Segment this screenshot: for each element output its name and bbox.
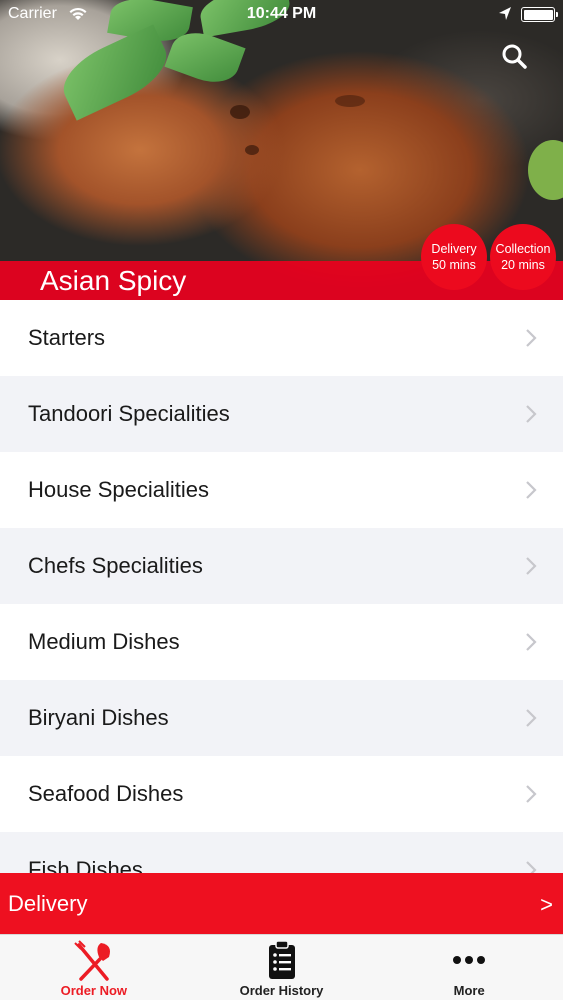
order-mode-label: Delivery [8, 891, 88, 916]
order-mode-arrow-icon: > [540, 892, 553, 917]
chevron-right-icon [526, 405, 537, 423]
menu-item-biryani-dishes[interactable]: Biryani Dishes [0, 680, 563, 756]
menu-item-starters[interactable]: Starters [0, 300, 563, 376]
menu-item-fish-dishes[interactable]: Fish Dishes [0, 832, 563, 873]
chevron-right-icon [526, 329, 537, 347]
chevron-right-icon [526, 785, 537, 803]
menu-item-label: Chefs Specialities [28, 553, 203, 578]
tab-label: Order Now [60, 983, 128, 998]
menu-item-house-specialities[interactable]: House Specialities [0, 452, 563, 528]
battery-icon [521, 7, 558, 22]
chevron-right-icon [526, 861, 537, 873]
delivery-badge-time: 50 mins [432, 258, 476, 272]
delivery-time-badge: Delivery 50 mins [421, 224, 487, 290]
menu-item-label: Starters [28, 325, 106, 350]
search-icon [502, 44, 527, 69]
status-bar: Carrier 10:44 PM [0, 0, 563, 30]
menu-item-chefs-specialities[interactable]: Chefs Specialities [0, 528, 563, 604]
location-arrow-icon [498, 6, 512, 27]
menu-item-label: Medium Dishes [28, 629, 180, 654]
tab-order-history[interactable]: Order History [188, 935, 376, 1000]
chevron-right-icon [526, 481, 537, 499]
menu-item-label: Seafood Dishes [28, 781, 184, 806]
menu-item-label: Fish Dishes [28, 857, 143, 873]
tab-bar: Order Now Order History More [0, 934, 563, 1000]
tab-order-now[interactable]: Order Now [0, 935, 188, 1000]
status-time: 10:44 PM [246, 5, 317, 22]
delivery-badge-label: Delivery [431, 242, 477, 256]
menu-item-medium-dishes[interactable]: Medium Dishes [0, 604, 563, 680]
chevron-right-icon [526, 709, 537, 727]
collection-badge-label: Collection [495, 242, 551, 256]
restaurant-name: Asian Spicy [40, 265, 187, 296]
order-mode-bar[interactable]: Delivery > [0, 873, 563, 934]
tab-label: More [453, 983, 485, 998]
collection-badge-time: 20 mins [501, 258, 545, 272]
more-dots-icon [449, 939, 489, 986]
menu-item-label: Tandoori Specialities [28, 401, 230, 426]
search-button[interactable] [498, 40, 532, 74]
menu-item-tandoori-specialities[interactable]: Tandoori Specialities [0, 376, 563, 452]
tab-more[interactable]: More [375, 935, 563, 1000]
clipboard-icon [267, 939, 297, 986]
menu-item-label: Biryani Dishes [28, 705, 169, 730]
collection-time-badge: Collection 20 mins [490, 224, 556, 290]
menu-item-label: House Specialities [28, 477, 209, 502]
chevron-right-icon [526, 557, 537, 575]
chevron-right-icon [526, 633, 537, 651]
menu-category-list[interactable]: Starters Tandoori Specialities House Spe… [0, 300, 563, 873]
menu-item-seafood-dishes[interactable]: Seafood Dishes [0, 756, 563, 832]
fork-knife-icon [71, 939, 117, 988]
tab-label: Order History [239, 983, 324, 998]
